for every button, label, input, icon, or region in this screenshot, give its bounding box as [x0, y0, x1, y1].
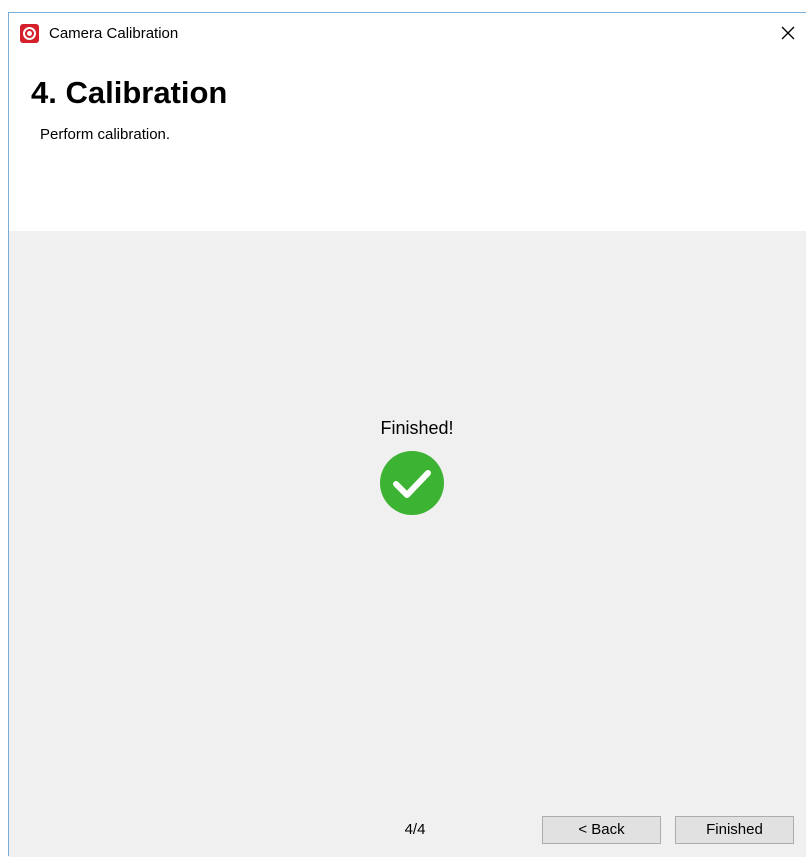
page-subtitle: Perform calibration. — [40, 126, 171, 143]
page-title: 4. Calibration — [31, 75, 228, 110]
title-bar: Camera Calibration — [9, 13, 806, 53]
step-counter: 4/4 — [404, 821, 426, 838]
camera-target-icon — [20, 24, 39, 43]
wizard-content: Finished! 4/4 < Back Finished — [9, 231, 806, 857]
close-button[interactable] — [770, 13, 806, 53]
close-icon — [781, 26, 795, 40]
wizard-header: 4. Calibration Perform calibration. — [9, 53, 806, 231]
finished-button[interactable]: Finished — [675, 816, 794, 844]
calibration-window: Camera Calibration 4. Calibration Perfor… — [8, 12, 806, 857]
window-title: Camera Calibration — [49, 25, 179, 42]
status-text: Finished! — [380, 418, 454, 438]
checkmark-circle-icon — [379, 450, 445, 516]
back-button[interactable]: < Back — [542, 816, 661, 844]
